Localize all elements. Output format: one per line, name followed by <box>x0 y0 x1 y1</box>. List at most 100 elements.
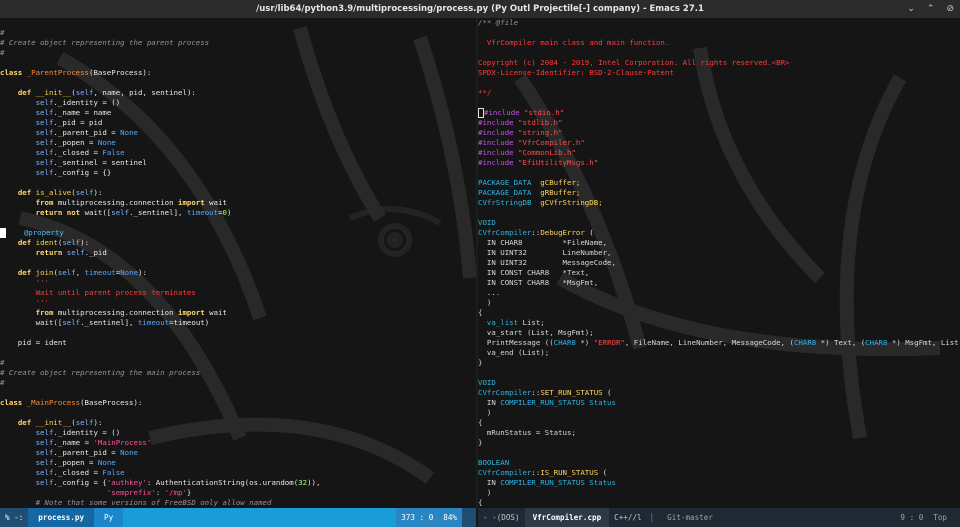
code-line[interactable]: def __init__(self): <box>0 418 476 428</box>
code-line[interactable]: #include "CommonLib.h" <box>478 148 960 158</box>
code-line[interactable]: self._identity = () <box>0 98 476 108</box>
code-line[interactable]: # Note that some versions of FreeBSD onl… <box>0 498 476 508</box>
code-line[interactable]: # <box>0 358 476 368</box>
major-mode[interactable]: C++//l <box>609 508 646 527</box>
code-line[interactable]: CVfrCompiler::IS_RUN_STATUS ( <box>478 468 960 478</box>
code-line[interactable] <box>0 78 476 88</box>
code-line[interactable]: { <box>478 498 960 508</box>
code-line[interactable]: self._name = 'MainProcess' <box>0 438 476 448</box>
code-line[interactable] <box>0 178 476 188</box>
code-line[interactable] <box>478 168 960 178</box>
code-line[interactable] <box>478 368 960 378</box>
code-line[interactable]: self._pid = pid <box>0 118 476 128</box>
code-line[interactable]: # Create object representing the parent … <box>0 38 476 48</box>
code-line[interactable]: IN CONST CHAR8 *Text, <box>478 268 960 278</box>
code-line[interactable]: PACKAGE_DATA gRBuffer; <box>478 188 960 198</box>
code-line[interactable]: self._sentinel = sentinel <box>0 158 476 168</box>
code-line[interactable]: IN COMPILER_RUN_STATUS Status <box>478 478 960 488</box>
code-line[interactable]: } <box>478 358 960 368</box>
code-line[interactable]: self._name = name <box>0 108 476 118</box>
code-line[interactable]: def ident(self): <box>0 238 476 248</box>
code-line[interactable] <box>0 348 476 358</box>
code-line[interactable]: # <box>0 378 476 388</box>
code-line[interactable]: from multiprocessing.connection import w… <box>0 198 476 208</box>
git-branch[interactable]: Git-master <box>661 508 719 527</box>
code-line[interactable]: return self._pid <box>0 248 476 258</box>
code-line[interactable]: CVfrCompiler::DebugError ( <box>478 228 960 238</box>
code-line[interactable] <box>0 328 476 338</box>
code-line[interactable]: self._config = {'authkey': Authenticatio… <box>0 478 476 488</box>
code-line[interactable] <box>478 98 960 108</box>
minimize-icon[interactable]: ⌄ <box>907 0 915 18</box>
code-line[interactable]: self._popen = None <box>0 458 476 468</box>
code-line[interactable] <box>0 18 476 28</box>
code-line[interactable] <box>478 448 960 458</box>
code-line[interactable] <box>0 388 476 398</box>
code-line[interactable]: CVfrCompiler::SET_RUN_STATUS ( <box>478 388 960 398</box>
code-line[interactable]: /** @file <box>478 18 960 28</box>
code-line[interactable]: wait([self._sentinel], timeout=timeout) <box>0 318 476 328</box>
code-line[interactable]: #include "stdlib.h" <box>478 118 960 128</box>
code-line[interactable] <box>478 208 960 218</box>
code-line[interactable]: { <box>478 418 960 428</box>
code-line[interactable]: IN UINT32 LineNumber, <box>478 248 960 258</box>
code-line[interactable]: class _MainProcess(BaseProcess): <box>0 398 476 408</box>
code-line[interactable]: ... <box>478 288 960 298</box>
code-line[interactable]: ) <box>478 408 960 418</box>
code-line[interactable]: #include "EfiUtilityMsgs.h" <box>478 158 960 168</box>
major-mode[interactable]: Py <box>94 508 124 527</box>
code-line[interactable]: IN CHAR8 *FileName, <box>478 238 960 248</box>
code-line[interactable] <box>0 258 476 268</box>
code-line[interactable]: mRunStatus = Status; <box>478 428 960 438</box>
code-line[interactable]: # <box>0 28 476 38</box>
code-line[interactable]: Wait until parent process terminates <box>0 288 476 298</box>
code-line[interactable]: from multiprocessing.connection import w… <box>0 308 476 318</box>
code-line[interactable]: self._closed = False <box>0 468 476 478</box>
code-line[interactable]: ) <box>478 488 960 498</box>
buffer-name[interactable]: VfrCompiler.cpp <box>524 508 610 527</box>
code-line[interactable]: self._closed = False <box>0 148 476 158</box>
code-line[interactable]: CVfrStringDB gCVfrStringDB; <box>478 198 960 208</box>
code-line[interactable]: VOID <box>478 378 960 388</box>
code-line[interactable]: # Create object representing the main pr… <box>0 368 476 378</box>
code-line[interactable]: **/ <box>478 88 960 98</box>
code-line[interactable]: self._identity = () <box>0 428 476 438</box>
code-line[interactable]: pid = ident <box>0 338 476 348</box>
buffer-name[interactable]: process.py <box>28 508 95 527</box>
code-line[interactable]: IN COMPILER_RUN_STATUS Status <box>478 398 960 408</box>
python-editor-pane[interactable]: # # Create object representing the parent… <box>0 18 476 508</box>
code-area[interactable]: /** @file VfrCompiler main class and mai… <box>478 18 960 508</box>
code-line[interactable]: self._parent_pid = None <box>0 448 476 458</box>
code-line[interactable]: ''' <box>0 298 476 308</box>
code-line[interactable]: def __init__(self, name, pid, sentinel): <box>0 88 476 98</box>
code-line[interactable] <box>478 78 960 88</box>
code-line[interactable]: self._config = {} <box>0 168 476 178</box>
code-line[interactable]: class _ParentProcess(BaseProcess): <box>0 68 476 78</box>
code-line[interactable]: va_start (List, MsgFmt); <box>478 328 960 338</box>
code-line[interactable]: PACKAGE_DATA gCBuffer; <box>478 178 960 188</box>
code-line[interactable]: ) <box>478 298 960 308</box>
code-line[interactable]: PrintMessage ((CHAR8 *) "ERROR", FileNam… <box>478 338 960 348</box>
code-line[interactable]: 'semprefix': '/mp'} <box>0 488 476 498</box>
code-line[interactable]: IN CONST CHAR8 *MsgFmt, <box>478 278 960 288</box>
close-icon[interactable]: ⊘ <box>946 0 954 18</box>
code-line[interactable] <box>0 58 476 68</box>
code-line[interactable]: Copyright (c) 2004 - 2019, Intel Corpora… <box>478 58 960 68</box>
code-line[interactable]: def join(self, timeout=None): <box>0 268 476 278</box>
code-line[interactable]: { <box>478 308 960 318</box>
code-area[interactable]: # # Create object representing the parent… <box>0 18 476 508</box>
code-line[interactable]: VfrCompiler main class and main function… <box>478 38 960 48</box>
code-line[interactable] <box>478 48 960 58</box>
code-line[interactable]: #include "string.h" <box>478 128 960 138</box>
maximize-icon[interactable]: ⌃ <box>927 0 935 18</box>
code-line[interactable]: #include "VfrCompiler.h" <box>478 138 960 148</box>
code-line[interactable]: IN UINT32 MessageCode, <box>478 258 960 268</box>
code-line[interactable]: SPDX-License-Identifier: BSD-2-Clause-Pa… <box>478 68 960 78</box>
code-line[interactable]: # <box>0 48 476 58</box>
code-line[interactable]: #include "stdio.h" <box>478 108 960 118</box>
cpp-editor-pane[interactable]: /** @file VfrCompiler main class and mai… <box>478 18 960 508</box>
code-line[interactable]: @property <box>0 228 476 238</box>
code-line[interactable]: BOOLEAN <box>478 458 960 468</box>
code-line[interactable]: } <box>478 438 960 448</box>
code-line[interactable]: va_end (List); <box>478 348 960 358</box>
